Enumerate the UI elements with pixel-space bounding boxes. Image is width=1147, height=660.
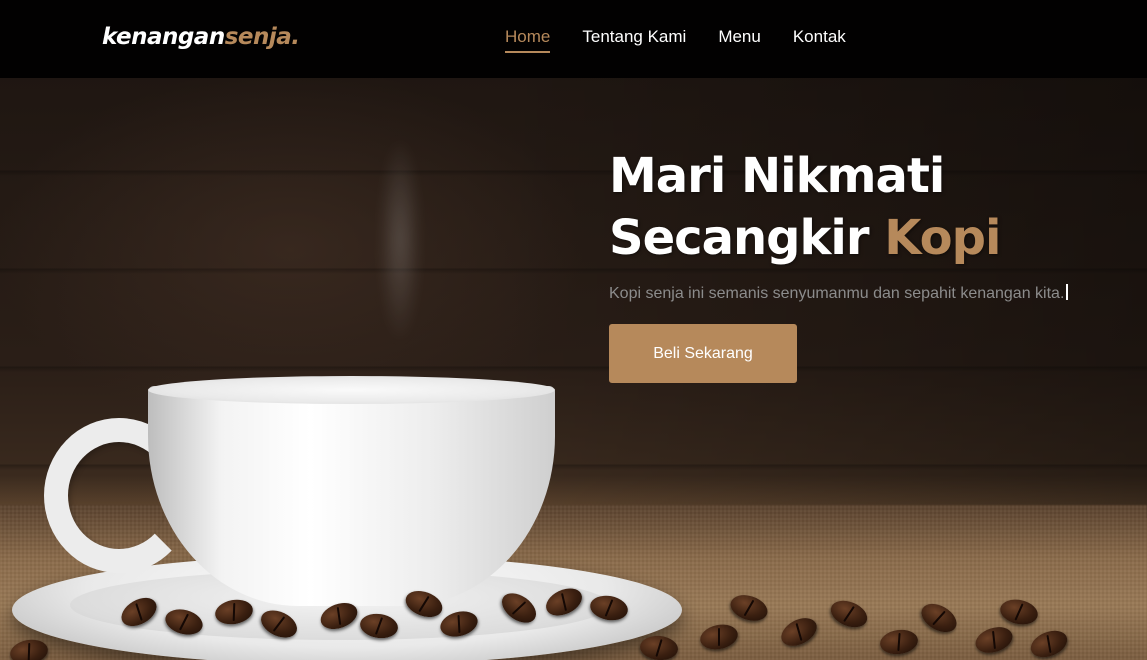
nav-link-kontak[interactable]: Kontak <box>793 27 846 51</box>
nav-link-menu[interactable]: Menu <box>718 27 761 51</box>
brand-logo[interactable]: kenangansenja. <box>102 24 300 50</box>
hero-title: Mari Nikmati Secangkir Kopi <box>609 145 1109 269</box>
hero-title-line2: Secangkir <box>609 210 885 266</box>
hero-title-accent: Kopi <box>884 210 1001 266</box>
steam-image <box>360 90 440 390</box>
navbar: kenangansenja. Home Tentang Kami Menu Ko… <box>0 0 1147 78</box>
hero-title-line1: Mari Nikmati <box>609 148 945 204</box>
nav-link-home[interactable]: Home <box>505 27 551 53</box>
hero-content: Mari Nikmati Secangkir Kopi Kopi senja i… <box>609 145 1109 383</box>
buy-now-button[interactable]: Beli Sekarang <box>609 324 797 383</box>
nav-link-tentang-kami[interactable]: Tentang Kami <box>582 27 686 51</box>
nav-links: Home Tentang Kami Menu Kontak <box>505 27 878 53</box>
logo-accent-text: senja. <box>224 24 300 50</box>
text-caret <box>1066 284 1069 300</box>
hero-subtitle: Kopi senja ini semanis senyumanmu dan se… <box>609 281 1089 307</box>
logo-main-text: kenangan <box>102 24 225 50</box>
